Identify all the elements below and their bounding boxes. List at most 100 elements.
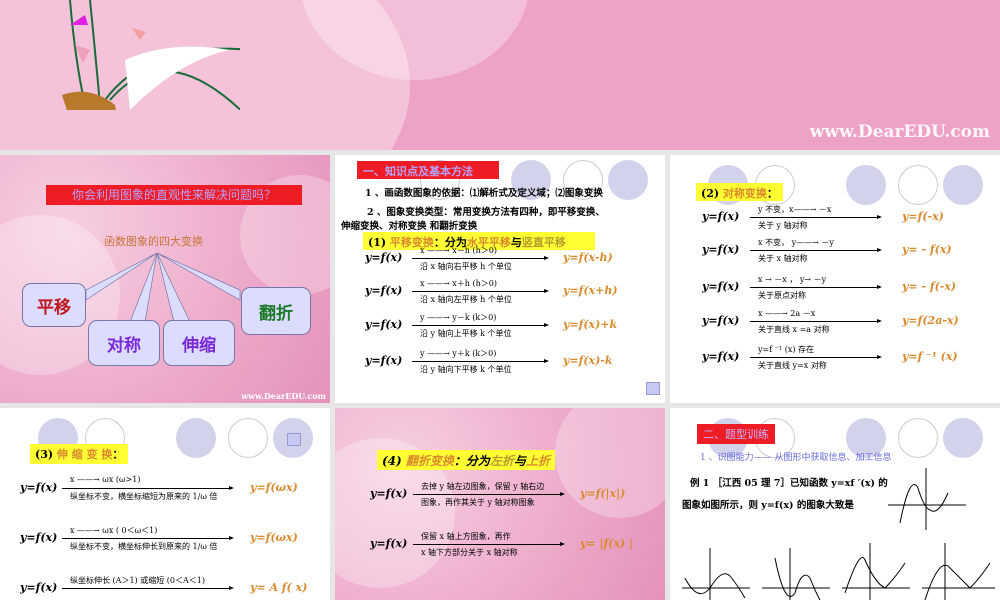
description-label: x 轴下方部分关于 x 轴对称 — [421, 548, 518, 557]
nav-square-icon — [287, 433, 301, 446]
condition-label: x ——→ x－h (h＞0) — [420, 246, 497, 255]
graph-option-d — [922, 543, 995, 600]
example-text: 例 1 ［江西 05 理 7］已知函数 y=xf ′(x) 的 — [690, 478, 888, 489]
section-title: 二、题型训练 — [697, 424, 775, 444]
bubble-symmetry: 对称 — [88, 320, 160, 366]
graph-option-b — [762, 548, 830, 600]
heading-text: 与 — [513, 454, 526, 468]
slide-symmetry[interactable]: (2) 对称变换： y=f(x) y 不变，x——→ －x 关于 y 轴对称 y=f(… — [670, 155, 1000, 403]
subsection-heading: (3) 伸 缩 变 换： — [30, 444, 129, 464]
example-text: 图象如图所示，则 y=f(x) 的图象大致是 — [682, 500, 854, 511]
slide-translation[interactable]: 一、知识点及基本方法 1 、画函数图象的依据：⑴解析式及定义域；⑵图象变换 2 … — [335, 155, 665, 403]
text-line: 伸缩变换、对称变换 和翻折变换 — [341, 221, 478, 232]
result-function: y=f(ωx) — [250, 481, 298, 494]
condition-label: x ——→ x＋h (h＞0) — [420, 279, 497, 288]
condition-label: x → －x ， y→ －y — [758, 275, 827, 284]
condition-label: y 不变，x——→ －x — [758, 205, 832, 214]
transform-arrow — [750, 319, 882, 323]
description-label: 沿 x 轴向右平移 h 个单位 — [420, 262, 512, 271]
description-label: 纵坐标不变，横坐标伸长到原来的 1/ω 倍 — [70, 542, 218, 551]
source-function: y=f(x) — [365, 354, 403, 367]
description-label: 图象，再作其关于 y 轴对称图象 — [421, 498, 535, 507]
source-function: y=f(x) — [702, 210, 740, 223]
answer-graphs — [682, 543, 995, 600]
description-label: 关于直线 x =a 对称 — [758, 325, 830, 334]
heading-name: 翻折变换 — [405, 454, 454, 468]
slide-folding[interactable]: (4) 翻折变换：分为左折与上折 y=f(x) 去掉 y 轴左边图象，保留 y 轴… — [335, 408, 665, 600]
circle-decoration — [943, 165, 983, 205]
slide-scaling[interactable]: (3) 伸 缩 变 换： y=f(x) x ——→ ωx (ω>1) 纵坐标不变，横… — [0, 408, 330, 600]
result-function: y=f(-x) — [902, 210, 944, 223]
transform-arrow — [412, 289, 549, 293]
transform-arrow — [750, 355, 882, 359]
transform-arrow — [750, 215, 882, 219]
heading-text: ： — [766, 187, 778, 200]
result-function: y=f(x)+k — [563, 318, 618, 331]
result-function: y=f(2a-x) — [902, 314, 959, 327]
circle-decoration — [176, 418, 216, 458]
description-label: 沿 y 轴向上平移 k 个单位 — [420, 329, 512, 338]
source-function: y=f(x) — [702, 280, 740, 293]
graph-option-c — [842, 543, 910, 600]
source-function: y=f(x) — [20, 481, 58, 494]
description-label: 沿 y 轴向下平移 k 个单位 — [420, 365, 512, 374]
bubble-translation: 平移 — [22, 283, 86, 327]
description-label: 沿 x 轴向左平移 h 个单位 — [420, 295, 512, 304]
condition-label: x ——→ 2a －x — [758, 309, 816, 318]
heading-text: ：分为 — [453, 454, 490, 468]
description-label: 关于直线 y=x 对称 — [758, 361, 827, 370]
result-function: y= A f( x) — [250, 581, 308, 594]
nav-square-icon — [646, 382, 660, 395]
transform-arrow — [412, 359, 549, 363]
source-function: y=f(x) — [365, 284, 403, 297]
result-function: y= - f(-x) — [902, 280, 957, 293]
text-line: 1 、画函数图象的依据：⑴解析式及定义域；⑵图象变换 — [365, 188, 603, 199]
subsection-heading: (2) 对称变换： — [696, 183, 783, 201]
title-slide-thumbnail[interactable]: www.DearEDU.com — [0, 0, 1000, 150]
transform-arrow — [62, 586, 234, 590]
result-function: y=f(x-h) — [563, 251, 613, 264]
result-function: y=f(ωx) — [250, 531, 298, 544]
result-function: y= |f(x) | — [580, 537, 633, 550]
slide-four-transformations[interactable]: 你会利用图象的直观性来解决问题吗？ 函数图象的四大变换 平移 对称 伸缩 翻折 … — [0, 155, 330, 403]
source-function: y=f(x) — [370, 537, 408, 550]
heading-term: 竖直平移 — [521, 236, 566, 249]
condition-label: 纵坐标伸长 (A＞1) 或缩短 (0＜A＜1) — [70, 576, 205, 585]
slide-exercise[interactable]: 二、题型训练 1 、识图能力—— 从图形中获取信息、加工信息 例 1 ［江西 0… — [670, 408, 1000, 600]
transform-arrow — [750, 285, 882, 289]
text-line: 2 、图象变换类型：常用变换方法有四种，即平移变换、 — [367, 207, 605, 218]
transform-arrow — [62, 536, 234, 540]
transform-arrow — [413, 542, 565, 546]
bubble-folding: 翻折 — [241, 287, 311, 335]
description-label: 关于原点对称 — [758, 291, 806, 300]
heading-number: (2) — [701, 187, 723, 200]
bubble-scaling: 伸缩 — [163, 320, 235, 366]
source-function: y=f(x) — [370, 487, 408, 500]
source-function: y=f(x) — [20, 581, 58, 594]
description-label: 关于 y 轴对称 — [758, 221, 808, 230]
section-title: 一、知识点及基本方法 — [357, 161, 499, 179]
watermark: www.DearEDU.com — [241, 391, 326, 401]
transform-arrow — [412, 256, 549, 260]
result-function: y=f(x+h) — [563, 284, 618, 297]
transform-arrow — [413, 492, 565, 496]
condition-label: y ——→ y＋k (k＞0) — [420, 349, 497, 358]
condition-label: x ——→ ωx ( 0＜ω＜1) — [70, 526, 158, 535]
given-graph — [888, 468, 966, 530]
source-function: y=f(x) — [365, 318, 403, 331]
transform-arrow — [750, 248, 882, 252]
source-function: y=f(x) — [365, 251, 403, 264]
condition-label: 保留 x 轴上方图象，再作 — [421, 532, 511, 541]
heading-number: (4) — [382, 454, 406, 468]
graph-option-a — [682, 548, 750, 600]
condition-label: y=f ⁻¹ (x) 存在 — [758, 345, 814, 354]
source-function: y=f(x) — [702, 243, 740, 256]
result-function: y=f ⁻¹ (x) — [902, 350, 958, 363]
source-function: y=f(x) — [702, 350, 740, 363]
source-function: y=f(x) — [20, 531, 58, 544]
heading-number: (3) — [35, 448, 57, 461]
circle-decoration — [846, 165, 886, 205]
result-function: y=f(|x|) — [580, 487, 626, 500]
petal-decoration — [555, 408, 665, 518]
heading-term: 左折 — [489, 454, 514, 468]
